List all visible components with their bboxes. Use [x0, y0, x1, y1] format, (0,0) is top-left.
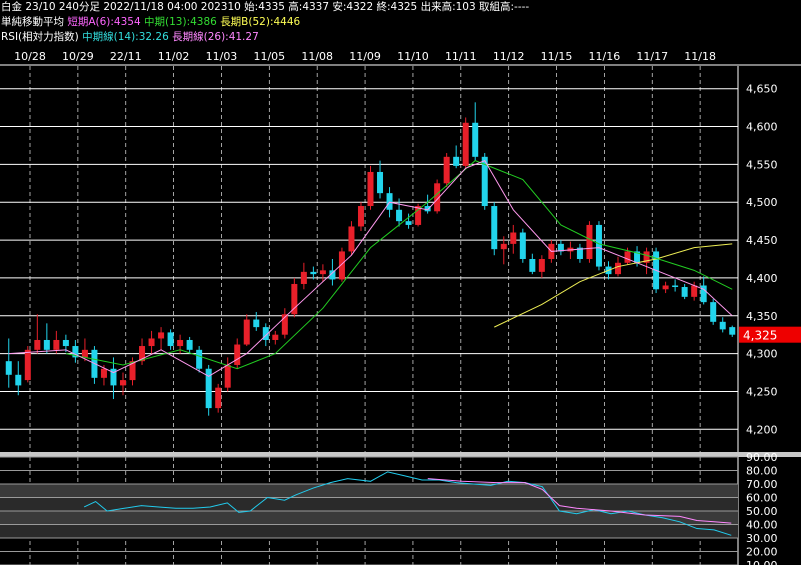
date-tick-label: 11/08 [301, 50, 333, 63]
rsi-tick-label: 30.00 [746, 532, 778, 545]
candle-up [119, 380, 126, 386]
rsi-tick-label: 20.00 [746, 546, 778, 559]
price-tick-label: 4,550 [746, 158, 778, 171]
date-tick-label: 22/11 [110, 50, 142, 63]
candle-up [462, 122, 469, 166]
price-tick-label: 4,400 [746, 272, 778, 285]
date-tick-label: 11/05 [253, 50, 285, 63]
candle-down [196, 349, 203, 369]
candle-down [729, 327, 736, 335]
date-tick-label: 11/18 [684, 50, 716, 63]
candle-up [624, 251, 631, 263]
candle-up [158, 332, 165, 339]
rsi-tick-label: 40.00 [746, 519, 778, 532]
date-tick-label: 11/10 [397, 50, 429, 63]
price-tick-label: 4,200 [746, 423, 778, 436]
date-tick-label: 11/17 [636, 50, 668, 63]
candle-down [15, 374, 22, 386]
candle-up [53, 339, 60, 350]
panel-separator [0, 452, 801, 457]
candle-down [377, 171, 384, 194]
price-chart[interactable]: 10/28 10/29 22/11 11/02 11/03 11/05 11/08 11/09… [0, 0, 801, 565]
rsi-tick-label: 10.00 [746, 559, 778, 565]
date-tick-label: 11/11 [445, 50, 477, 63]
date-tick-label: 11/09 [349, 50, 381, 63]
candle-down [405, 221, 412, 225]
candle-up [234, 344, 241, 365]
candle-down [386, 193, 393, 210]
candle-down [595, 224, 602, 267]
candle-down [681, 287, 688, 297]
candle-up [300, 271, 307, 284]
price-tick-label: 4,300 [746, 348, 778, 361]
candle-up [357, 206, 364, 227]
candle-down [167, 332, 174, 347]
candle-down [472, 122, 479, 157]
candle-down [186, 339, 193, 350]
candle-up [662, 285, 669, 290]
candle-up [443, 156, 450, 184]
candle-up [348, 226, 355, 252]
candle-up [215, 387, 222, 409]
date-tick-label: 10/28 [14, 50, 46, 63]
candle-down [453, 156, 460, 166]
candle-down [43, 339, 50, 350]
candle-down [710, 302, 717, 322]
rsi-tick-label: 60.00 [746, 492, 778, 505]
date-tick-label: 11/15 [541, 50, 573, 63]
rsi-band [0, 497, 738, 511]
candle-down [519, 232, 526, 259]
rsi-band [0, 484, 738, 498]
ma13-line [65, 160, 733, 370]
candle-up [510, 232, 517, 244]
last-price-label: 4,325 [743, 329, 777, 343]
rsi-tick-label: 90.00 [746, 451, 778, 464]
price-tick-label: 4,450 [746, 234, 778, 247]
candle-down [491, 206, 498, 250]
candle-up [615, 262, 622, 275]
candle-up [177, 339, 184, 347]
candle-down [396, 209, 403, 222]
candle-up [272, 334, 279, 340]
price-tick-label: 4,600 [746, 121, 778, 134]
candle-up [34, 339, 41, 350]
price-tick-label: 4,500 [746, 196, 778, 209]
rsi-band [0, 524, 738, 538]
date-tick-label: 10/29 [62, 50, 94, 63]
candle-down [310, 271, 317, 275]
price-tick-label: 4,250 [746, 385, 778, 398]
date-tick-label: 11/02 [158, 50, 190, 63]
candle-down [253, 319, 260, 328]
candle-up [500, 243, 507, 250]
rsi-tick-label: 80.00 [746, 465, 778, 478]
date-tick-label: 11/03 [206, 50, 238, 63]
rsi-tick-label: 50.00 [746, 505, 778, 518]
candle-up [319, 270, 326, 275]
candle-up [243, 319, 250, 345]
candle-up [24, 349, 31, 381]
date-tick-label: 11/16 [589, 50, 621, 63]
rsi-tick-label: 70.00 [746, 478, 778, 491]
candle-up [81, 349, 88, 358]
candle-up [691, 285, 698, 297]
price-tick-label: 4,350 [746, 310, 778, 323]
candle-up [586, 224, 593, 259]
candle-down [5, 361, 12, 375]
candle-down [529, 259, 536, 272]
candle-up [538, 259, 545, 272]
candle-down [62, 339, 69, 347]
date-tick-label: 11/12 [493, 50, 525, 63]
candle-up [415, 206, 422, 225]
candle-up [100, 368, 107, 378]
candle-down [672, 285, 679, 288]
candle-up [367, 171, 374, 207]
candle-up [224, 364, 231, 388]
price-tick-label: 4,650 [746, 83, 778, 96]
candle-down [719, 321, 726, 330]
candle-up [148, 338, 155, 347]
